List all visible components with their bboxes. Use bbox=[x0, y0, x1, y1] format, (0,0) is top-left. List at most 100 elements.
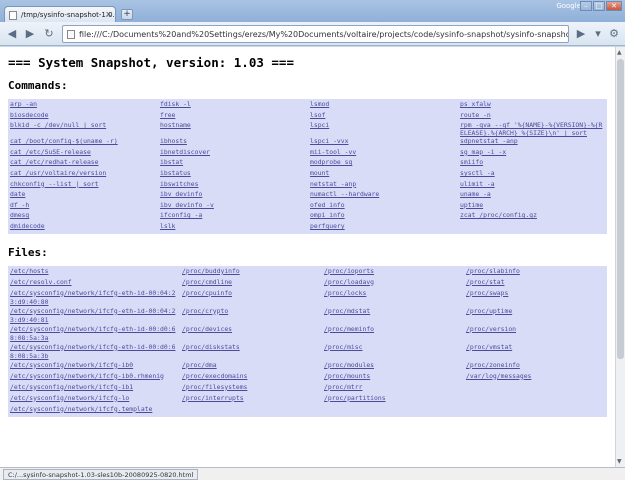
command-link[interactable]: modprobe sq bbox=[310, 158, 456, 166]
file-link[interactable]: /etc/sysconfig/network/ifcfg-eth-id-00:d… bbox=[10, 343, 178, 361]
command-link[interactable]: dmidecode bbox=[10, 222, 156, 230]
file-link[interactable]: /var/log/messages bbox=[466, 372, 605, 381]
file-link[interactable]: /etc/resolv.conf bbox=[10, 278, 178, 287]
back-arrow-icon[interactable]: ◀ bbox=[4, 26, 20, 42]
scroll-down-icon[interactable]: ▼ bbox=[617, 458, 622, 465]
file-link[interactable]: /proc/diskstats bbox=[182, 343, 320, 352]
file-link[interactable]: /proc/ioports bbox=[324, 267, 462, 276]
reload-icon[interactable]: ↻ bbox=[41, 26, 57, 42]
file-link[interactable]: /etc/sysconfig/network/ifcfg-ib0 bbox=[10, 361, 178, 370]
command-link[interactable]: lsof bbox=[310, 111, 456, 119]
file-link[interactable]: /etc/sysconfig/network/ifcfg.template bbox=[10, 405, 178, 414]
file-link[interactable]: /etc/sysconfig/network/ifcfg-ib0.rhmenig bbox=[10, 372, 178, 381]
page-options-icon[interactable]: ▾ bbox=[590, 26, 606, 42]
file-link[interactable]: /etc/hosts bbox=[10, 267, 178, 276]
command-link[interactable]: cat /etc/SuSE-release bbox=[10, 148, 156, 156]
file-link[interactable]: /proc/cpuinfo bbox=[182, 289, 320, 298]
command-link[interactable]: ibv_devinfo bbox=[160, 190, 306, 198]
command-link[interactable]: lspci -vvx bbox=[310, 137, 456, 145]
command-link[interactable]: route -n bbox=[460, 111, 605, 119]
command-link[interactable]: mount bbox=[310, 169, 456, 177]
command-link[interactable]: cat /usr/voltaire/version bbox=[10, 169, 156, 177]
command-link[interactable]: free bbox=[160, 111, 306, 119]
file-link[interactable]: /proc/buddyinfo bbox=[182, 267, 320, 276]
file-link[interactable]: /etc/sysconfig/network/ifcfg-eth-id-00:0… bbox=[10, 307, 178, 325]
command-link[interactable]: ibstat bbox=[160, 158, 306, 166]
file-link[interactable]: /proc/zoneinfo bbox=[466, 361, 605, 370]
file-link[interactable]: /etc/sysconfig/network/ifcfg-lo bbox=[10, 394, 178, 403]
command-link[interactable]: sg_map -i -x bbox=[460, 148, 605, 156]
file-link[interactable]: /proc/crypto bbox=[182, 307, 320, 316]
tab-sysinfo-snapshot[interactable]: /tmp/sysinfo-snapshot-1.0... ✕ bbox=[4, 6, 116, 23]
command-link[interactable]: mii-tool -vv bbox=[310, 148, 456, 156]
new-tab-button[interactable]: + bbox=[121, 9, 133, 20]
page-menu-icon[interactable]: ▶ bbox=[573, 26, 589, 42]
command-link[interactable]: zcat /proc/config.gz bbox=[460, 211, 605, 219]
command-link[interactable]: ps xfalw bbox=[460, 100, 605, 108]
command-link[interactable]: cat /boot/config-$(uname -r) bbox=[10, 137, 156, 145]
command-link[interactable]: ofed_info bbox=[310, 201, 456, 209]
command-link[interactable]: ibnetdiscover bbox=[160, 148, 306, 156]
file-link[interactable]: /etc/sysconfig/network/ifcfg-eth-id-00:d… bbox=[10, 325, 178, 343]
command-link[interactable]: numactl --hardware bbox=[310, 190, 456, 198]
command-link[interactable]: ifconfig -a bbox=[160, 211, 306, 219]
file-link[interactable]: /proc/locks bbox=[324, 289, 462, 298]
command-link[interactable]: perfquery bbox=[310, 222, 456, 230]
scroll-thumb[interactable] bbox=[617, 59, 624, 359]
tab-close-icon[interactable]: ✕ bbox=[105, 10, 112, 19]
command-link[interactable]: ompi_info bbox=[310, 211, 456, 219]
command-link[interactable]: hostname bbox=[160, 121, 306, 129]
file-link[interactable]: /proc/filesystems bbox=[182, 383, 320, 392]
file-link[interactable]: /proc/mdstat bbox=[324, 307, 462, 316]
file-link[interactable]: /proc/mounts bbox=[324, 372, 462, 381]
vertical-scrollbar[interactable]: ▲ ▼ bbox=[615, 47, 625, 467]
file-link[interactable]: /proc/vmstat bbox=[466, 343, 605, 352]
window-close-icon[interactable]: ✕ bbox=[606, 1, 622, 11]
file-link[interactable]: /proc/loadavg bbox=[324, 278, 462, 287]
command-link[interactable]: dmesg bbox=[10, 211, 156, 219]
command-link[interactable]: fdisk -l bbox=[160, 100, 306, 108]
file-link[interactable]: /proc/devices bbox=[182, 325, 320, 334]
command-link[interactable]: smiifo bbox=[460, 158, 605, 166]
command-link[interactable]: lsmod bbox=[310, 100, 456, 108]
minimize-icon[interactable]: – bbox=[580, 1, 592, 11]
command-link[interactable]: ibhosts bbox=[160, 137, 306, 145]
command-link[interactable]: lslk bbox=[160, 222, 306, 230]
wrench-icon[interactable]: ⚙ bbox=[606, 26, 622, 42]
file-link[interactable]: /proc/uptime bbox=[466, 307, 605, 316]
command-link[interactable]: uname -a bbox=[460, 190, 605, 198]
command-link[interactable]: df -h bbox=[10, 201, 156, 209]
file-link[interactable]: /proc/dma bbox=[182, 361, 320, 370]
command-link[interactable]: netstat -anp bbox=[310, 180, 456, 188]
command-link[interactable]: ulimit -a bbox=[460, 180, 605, 188]
file-link[interactable]: /proc/meminfo bbox=[324, 325, 462, 334]
file-link[interactable]: /proc/mtrr bbox=[324, 383, 462, 392]
command-link[interactable]: rpm -qva --qf '%{NAME}-%{VERSION}-%{RELE… bbox=[460, 121, 605, 137]
file-link[interactable]: /proc/swaps bbox=[466, 289, 605, 298]
command-link[interactable]: ibstatus bbox=[160, 169, 306, 177]
file-link[interactable]: /etc/sysconfig/network/ifcfg-eth-id-00:0… bbox=[10, 289, 178, 307]
file-link[interactable]: /proc/interrupts bbox=[182, 394, 320, 403]
file-link[interactable]: /proc/modules bbox=[324, 361, 462, 370]
file-link[interactable]: /proc/misc bbox=[324, 343, 462, 352]
command-link[interactable]: arp -an bbox=[10, 100, 156, 108]
command-link[interactable]: uptime bbox=[460, 201, 605, 209]
forward-arrow-icon[interactable]: ▶ bbox=[22, 26, 38, 42]
file-link[interactable]: /proc/execdomains bbox=[182, 372, 320, 381]
command-link[interactable]: blkid -c /dev/null | sort bbox=[10, 121, 156, 129]
file-link[interactable]: /proc/partitions bbox=[324, 394, 462, 403]
file-link[interactable]: /proc/cmdline bbox=[182, 278, 320, 287]
maximize-icon[interactable]: □ bbox=[593, 1, 605, 11]
address-bar[interactable]: file:///C:/Documents%20and%20Settings/er… bbox=[62, 25, 569, 43]
command-link[interactable]: sysctl -a bbox=[460, 169, 605, 177]
command-link[interactable]: cat /etc/redhat-release bbox=[10, 158, 156, 166]
file-link[interactable]: /proc/slabinfo bbox=[466, 267, 605, 276]
file-link[interactable]: /proc/stat bbox=[466, 278, 605, 287]
command-link[interactable]: sdpnetstat -anp bbox=[460, 137, 605, 145]
command-link[interactable]: biosdecode bbox=[10, 111, 156, 119]
command-link[interactable]: date bbox=[10, 190, 156, 198]
command-link[interactable]: ibv_devinfo -v bbox=[160, 201, 306, 209]
command-link[interactable]: chkconfig --list | sort bbox=[10, 180, 156, 188]
file-link[interactable]: /etc/sysconfig/network/ifcfg-ib1 bbox=[10, 383, 178, 392]
file-link[interactable]: /proc/version bbox=[466, 325, 605, 334]
